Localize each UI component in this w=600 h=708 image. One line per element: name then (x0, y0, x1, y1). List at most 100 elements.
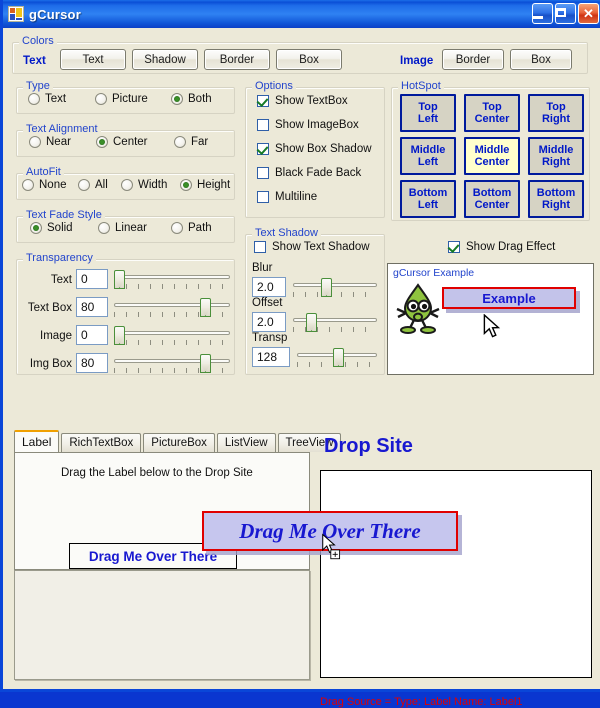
image-box-button[interactable]: Box (510, 49, 572, 70)
transp-slider[interactable] (297, 348, 377, 370)
tab-label[interactable]: Label (14, 430, 60, 452)
image-border-button[interactable]: Border (442, 49, 504, 70)
color-border-button[interactable]: Border (204, 49, 270, 70)
checkbox-label: Show ImageBox (275, 119, 359, 131)
drag-instruction: Drag the Label below to the Drop Site (61, 467, 253, 479)
hotspot-line2: Left (417, 113, 439, 125)
transp-value[interactable]: 128 (252, 347, 290, 367)
color-box-button[interactable]: Box (276, 49, 342, 70)
transparency-text-value[interactable]: 0 (76, 269, 108, 289)
blur-label: Blur (252, 262, 273, 274)
close-button[interactable]: ✕ (578, 3, 599, 24)
radio-fade-path[interactable]: Path (171, 222, 212, 234)
hotspot-bottom-left[interactable]: Bottom Left (400, 180, 456, 218)
tab-listview[interactable]: ListView (216, 433, 276, 452)
slider-thumb[interactable] (200, 298, 211, 317)
hotspot-line1: Middle (474, 144, 510, 156)
radio-align-center[interactable]: Center (96, 136, 148, 148)
client-area: Colors Text Text Shadow Border Box Image… (6, 28, 600, 708)
minimize-button[interactable] (532, 3, 553, 24)
radio-dot (95, 93, 107, 105)
radio-type-picture[interactable]: Picture (95, 93, 148, 105)
checkbox-show-drag-effect[interactable]: Show Drag Effect (448, 241, 555, 253)
checkbox-label: Show TextBox (275, 95, 348, 107)
hotspot-line2: Right (541, 156, 571, 168)
transparency-textbox-value[interactable]: 80 (76, 297, 108, 317)
checkbox-multiline[interactable]: Multiline (257, 191, 317, 203)
slider-thumb[interactable] (333, 348, 344, 367)
radio-dot (30, 222, 42, 234)
radio-dot (22, 179, 34, 191)
color-shadow-button[interactable]: Shadow (132, 49, 198, 70)
checkbox-box (257, 191, 269, 203)
radio-align-far[interactable]: Far (174, 136, 208, 148)
checkbox-box (257, 119, 269, 131)
hotspot-top-center[interactable]: Top Center (464, 94, 520, 132)
radio-label: Width (138, 179, 168, 191)
transparency-text-slider[interactable] (114, 270, 230, 292)
blur-value[interactable]: 2.0 (252, 277, 286, 297)
slider-thumb[interactable] (200, 354, 211, 373)
hotspot-line1: Top (546, 101, 566, 113)
tab-strip: Label RichTextBox PictureBox ListView Tr… (14, 430, 343, 452)
radio-label: Far (191, 136, 209, 148)
radio-fade-solid[interactable]: Solid (30, 222, 73, 234)
options-group-title: Options (252, 80, 296, 92)
maximize-button[interactable] (555, 3, 576, 24)
slider-thumb[interactable] (114, 326, 125, 345)
radio-label: Text (45, 93, 67, 105)
transparency-image-slider[interactable] (114, 326, 230, 348)
radio-autofit-height[interactable]: Height (180, 179, 230, 191)
checkbox-black-fade-back[interactable]: Black Fade Back (257, 167, 361, 179)
blur-slider[interactable] (293, 278, 377, 300)
hotspot-line2: Center (474, 156, 510, 168)
hotspot-middle-right[interactable]: Middle Right (528, 137, 584, 175)
hotspot-top-left[interactable]: Top Left (400, 94, 456, 132)
colors-image-label: Image (400, 55, 434, 67)
hotspot-middle-center[interactable]: Middle Center (464, 137, 520, 175)
transparency-imgbox-slider[interactable] (114, 354, 230, 376)
radio-align-near[interactable]: Near (29, 136, 71, 148)
checkbox-show-imagebox[interactable]: Show ImageBox (257, 119, 359, 131)
radio-label: Height (197, 179, 231, 191)
checkbox-show-box-shadow[interactable]: Show Box Shadow (257, 143, 372, 155)
hotspot-middle-left[interactable]: Middle Left (400, 137, 456, 175)
radio-label: Solid (47, 222, 73, 234)
hotspot-bottom-right[interactable]: Bottom Right (528, 180, 584, 218)
transparency-imgbox-value[interactable]: 80 (76, 353, 108, 373)
radio-type-text[interactable]: Text (28, 93, 66, 105)
offset-value[interactable]: 2.0 (252, 312, 286, 332)
radio-autofit-all[interactable]: All (78, 179, 108, 191)
checkbox-show-textbox[interactable]: Show TextBox (257, 95, 348, 107)
radio-dot (28, 93, 40, 105)
tab-richtextbox[interactable]: RichTextBox (61, 433, 142, 452)
colors-text-label: Text (23, 55, 46, 67)
drag-source-status: Drag Source = Type: Label Name: Label1 (320, 696, 523, 708)
hotspot-line1: Top (482, 101, 502, 113)
checkbox-label: Black Fade Back (275, 167, 362, 179)
radio-autofit-width[interactable]: Width (121, 179, 167, 191)
hotspot-top-right[interactable]: Top Right (528, 94, 584, 132)
drop-site-box[interactable] (320, 470, 592, 678)
tab-picturebox[interactable]: PictureBox (143, 433, 215, 452)
text-fade-style-group-title: Text Fade Style (23, 209, 105, 221)
title-bar: gCursor ✕ (3, 0, 600, 28)
slider-thumb[interactable] (114, 270, 125, 289)
application-window: gCursor ✕ Colors Text Text Shadow Border… (0, 0, 600, 708)
lower-panel (14, 570, 310, 680)
color-text-button[interactable]: Text (60, 49, 126, 70)
offset-slider[interactable] (293, 313, 377, 335)
checkbox-show-text-shadow[interactable]: Show Text Shadow (254, 241, 370, 253)
slider-thumb[interactable] (306, 313, 317, 332)
hotspot-bottom-center[interactable]: Bottom Center (464, 180, 520, 218)
radio-fade-linear[interactable]: Linear (98, 222, 147, 234)
transparency-textbox-slider[interactable] (114, 298, 230, 320)
slider-thumb[interactable] (321, 278, 332, 297)
example-box: Example (442, 287, 576, 309)
hotspot-line1: Bottom (536, 187, 576, 199)
transparency-image-value[interactable]: 0 (76, 325, 108, 345)
hotspot-line1: Bottom (472, 187, 512, 199)
radio-label: Near (46, 136, 71, 148)
radio-autofit-none[interactable]: None (22, 179, 67, 191)
radio-type-both[interactable]: Both (171, 93, 212, 105)
